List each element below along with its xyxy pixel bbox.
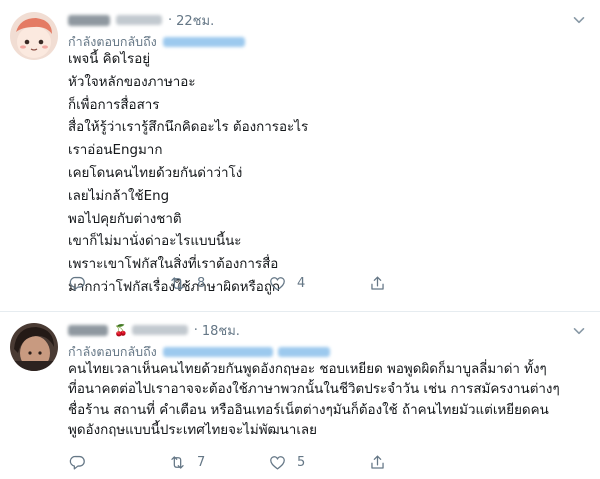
retweet-icon [171,455,184,469]
share-icon [371,455,384,469]
retweet-icon [171,276,184,290]
cherry-emoji-icon: 🍒 [114,323,128,337]
user-name-redacted[interactable] [68,324,108,336]
share-button[interactable] [368,274,408,293]
separator-dot: · [168,12,173,28]
avatar-image [10,12,58,60]
tweet-header: · 22ชม. [68,10,214,30]
like-count: 4 [297,275,306,291]
tweet[interactable]: · 22ชม. กำลังตอบกลับถึง เพจนี้ คิดไรอยู่… [0,0,600,311]
tweet-timestamp[interactable]: 18ชม. [202,320,240,341]
mention-link-redacted[interactable] [162,347,273,357]
like-button[interactable]: 4 [268,274,368,293]
mention-link-redacted[interactable] [277,347,330,357]
tweet-actions: 7 5 [68,451,408,473]
retweet-button[interactable]: 8 [168,274,268,293]
tweet-actions: 8 4 [68,272,408,294]
reply-icon [69,276,85,290]
replying-to: กำลังตอบกลับถึง [68,343,335,361]
share-icon [371,276,384,290]
share-button[interactable] [368,453,408,472]
replying-to-label: กำลังตอบกลับถึง [68,344,157,359]
chevron-down-icon[interactable] [572,324,586,338]
avatar[interactable] [10,12,58,60]
heart-icon [270,276,285,290]
avatar[interactable] [10,323,58,371]
tweet[interactable]: 🍒 · 18ชม. กำลังตอบกลับถึง คนไทยเวลาเห็นค… [0,312,600,479]
user-handle-redacted[interactable] [116,15,162,25]
separator-dot: · [193,322,198,338]
user-name-redacted[interactable] [68,14,110,26]
tweet-text: เพจนี้ คิดไรอยู่ หัวใจหลักของภาษาอะ ก็เพ… [68,52,309,295]
reply-button[interactable] [68,453,168,472]
tweet-timestamp[interactable]: 22ชม. [176,10,214,31]
retweet-count: 7 [197,454,206,470]
like-button[interactable]: 5 [268,453,368,472]
reply-icon [69,455,85,469]
tweet-header: 🍒 · 18ชม. [68,320,240,340]
like-count: 5 [297,454,306,470]
retweet-button[interactable]: 7 [168,453,268,472]
avatar-image [10,323,58,371]
user-handle-redacted[interactable] [131,325,188,335]
chevron-down-icon[interactable] [572,13,586,27]
tweet-text: คนไทยเวลาเห็นคนไทยด้วยกันพูดอังกฤษอะ ชอบ… [68,362,560,439]
mention-link-redacted[interactable] [162,37,245,47]
retweet-count: 8 [197,275,206,291]
heart-icon [270,455,285,469]
reply-button[interactable] [68,274,168,293]
